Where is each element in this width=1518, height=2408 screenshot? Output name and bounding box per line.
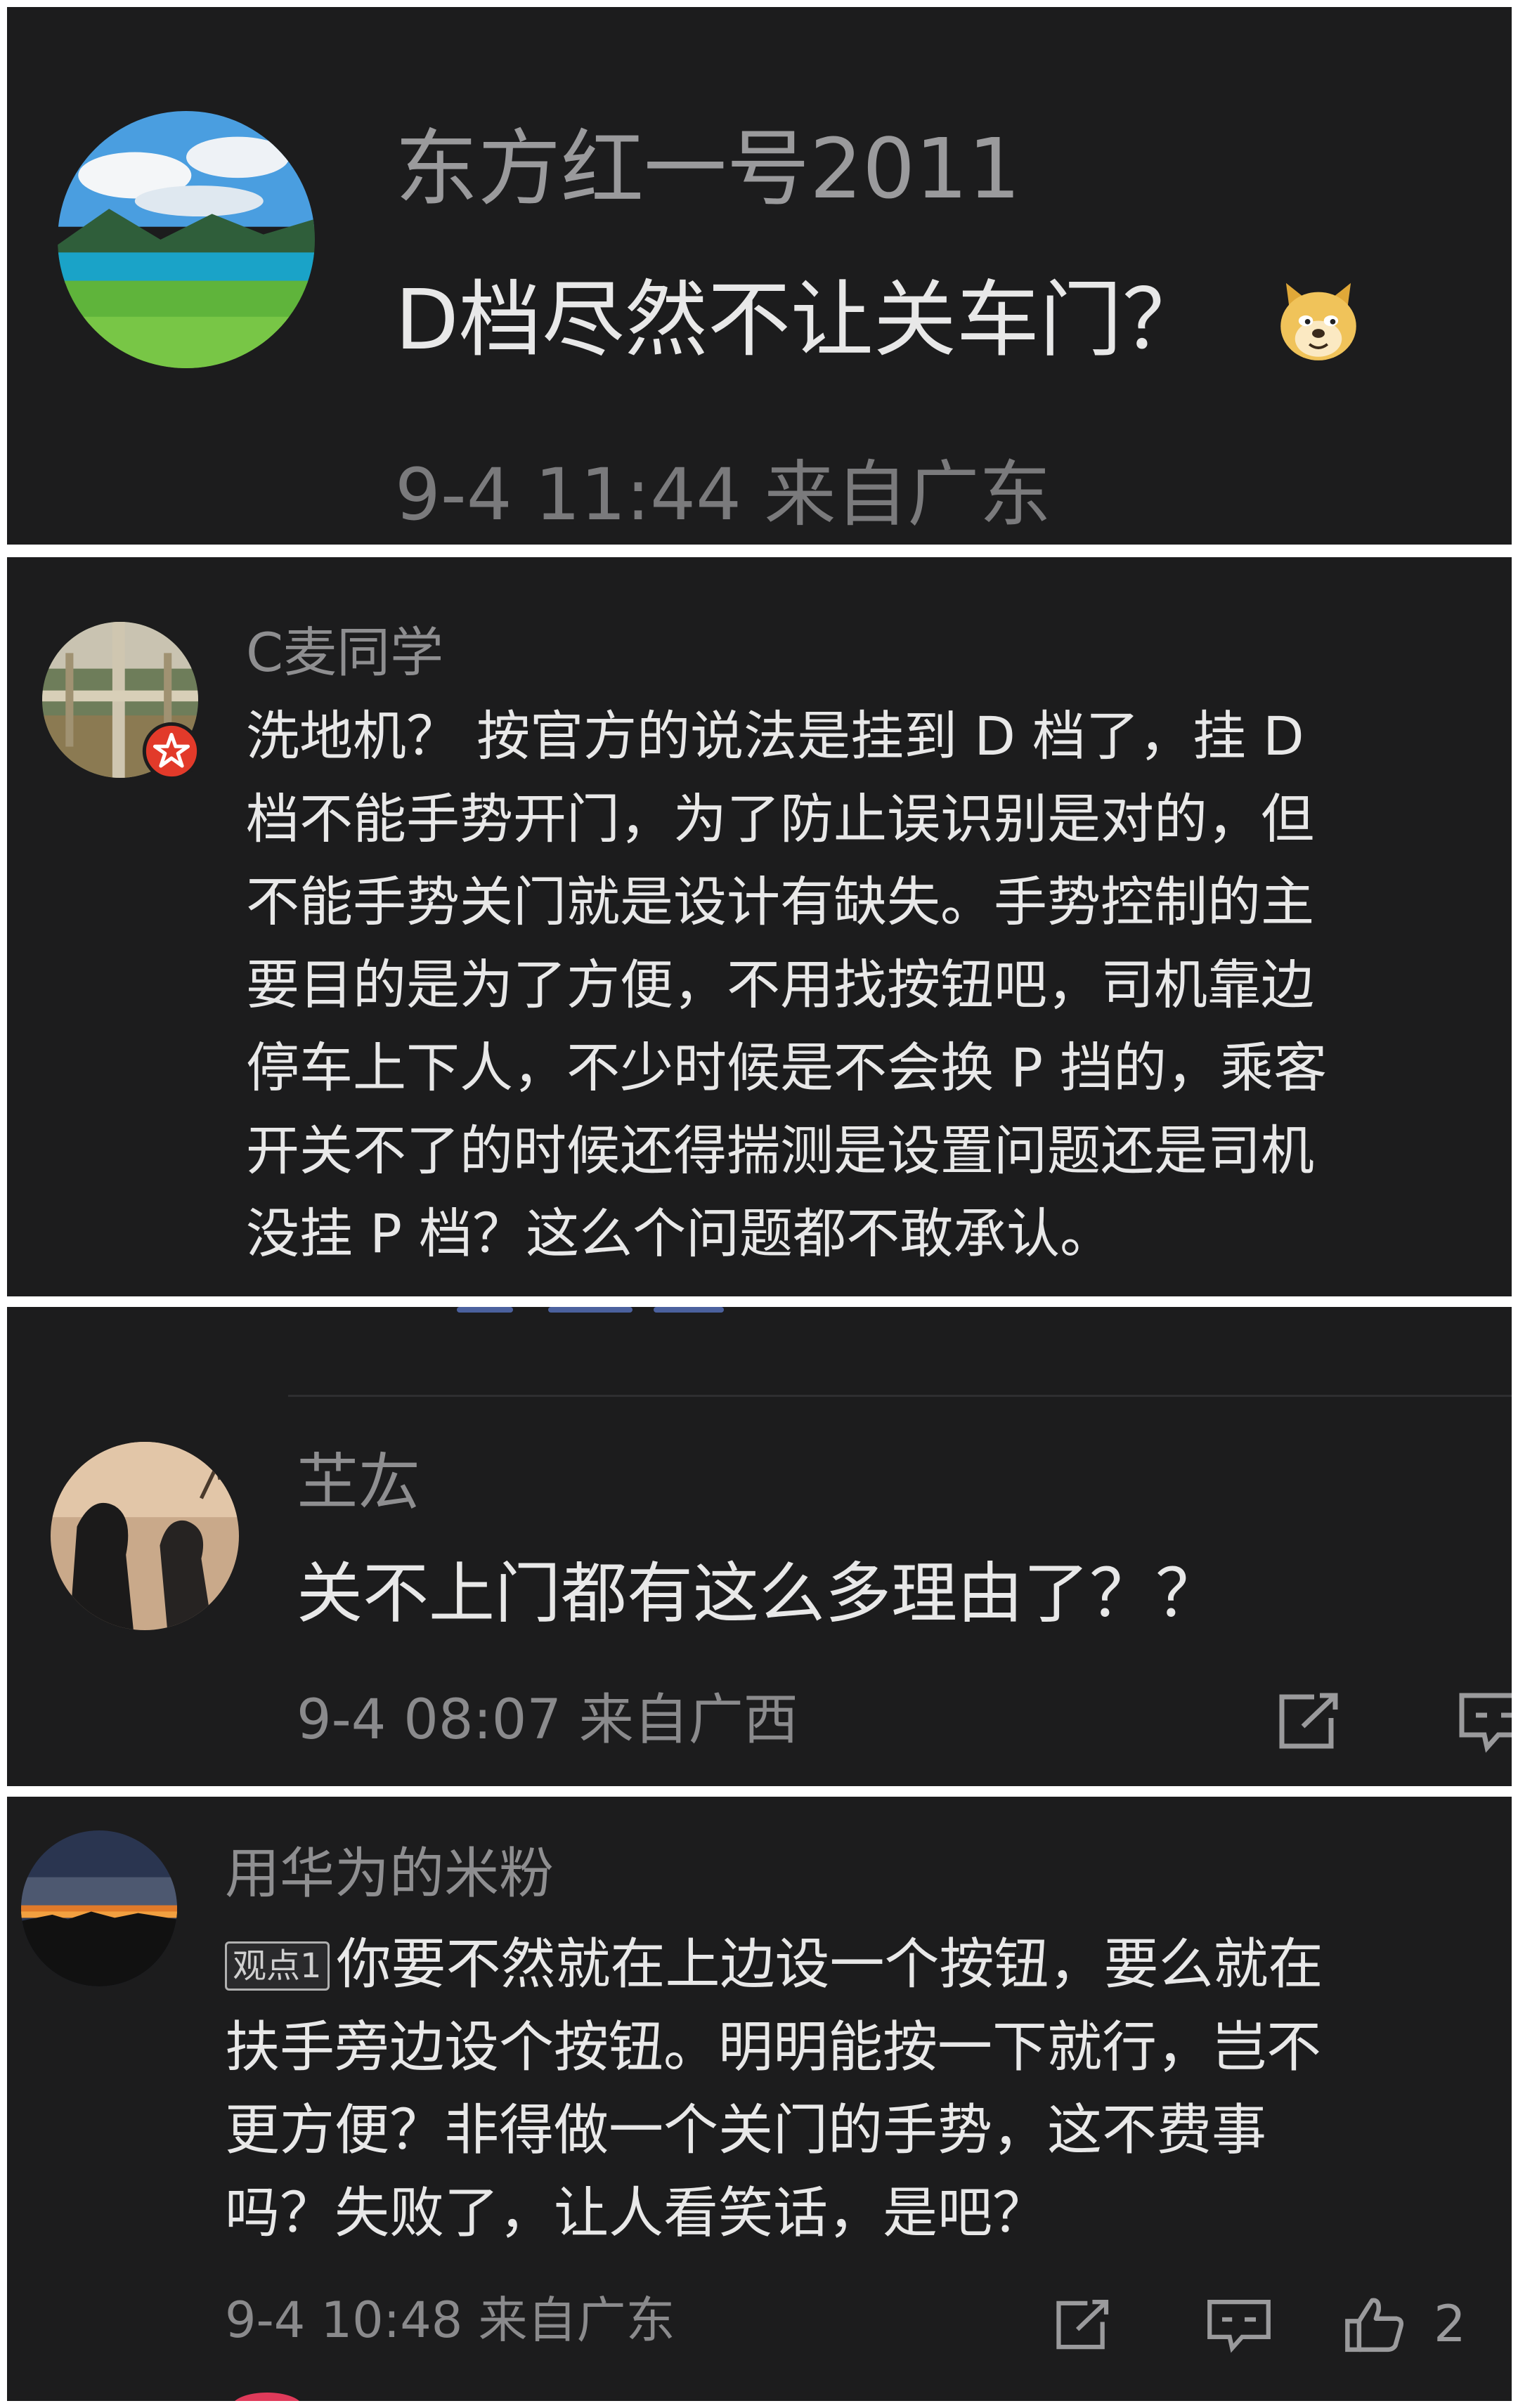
comment3-line: 扶手旁边设个按钮。明明能按一下就行，岂不: [225, 2016, 1322, 2079]
viewpoint-badge: 观点1: [225, 1941, 330, 1991]
comment1-line: 要目的是为了方便，不用找按钮吧，司机靠边: [246, 954, 1314, 1016]
thumbs-up-icon: [1342, 2294, 1407, 2355]
comment3-line: 更方便？非得做一个关门的手势，这不费事: [225, 2099, 1267, 2162]
post-username[interactable]: 东方红一号2011: [395, 119, 1020, 218]
comment3-meta: 9-4 10:48 来自广东: [225, 2291, 675, 2349]
comment1-username[interactable]: C麦同学: [246, 619, 443, 686]
comment-panel-3: 用华为的米粉 观点1 你要不然就在上边设一个按钮，要么就在 扶手旁边设个按钮。明明…: [7, 1797, 1512, 2401]
comment1-line: 不能手势关门就是设计有缺失。手势控制的主: [246, 871, 1314, 933]
comment-icon[interactable]: [1204, 2297, 1274, 2353]
comment1-line: 停车上下人，不少时候是不会换 P 挡的，乘客: [246, 1036, 1328, 1099]
doge-emoji-icon: [1273, 274, 1363, 364]
comment3-line-first: 你要不然就在上边设一个按钮，要么就在: [336, 1933, 1323, 1996]
comment-icon[interactable]: [1456, 1690, 1512, 1753]
comment1-line: 没挂 P 档？这么个问题都不敢承认。: [246, 1202, 1114, 1265]
comment3-text: 观点1 你要不然就在上边设一个按钮，要么就在 扶手旁边设个按钮。明明能按一下就行，…: [225, 1923, 1323, 2255]
comment3-line: 观点1 你要不然就在上边设一个按钮，要么就在: [225, 1923, 1323, 2006]
comment2-avatar[interactable]: [51, 1442, 239, 1630]
like-button[interactable]: 2: [1342, 2289, 1490, 2359]
comment2-text: 关不上门都有这么多理由了？？: [297, 1556, 1222, 1632]
comment1-line: 档不能手势开门，为了防止误识别是对的，但: [246, 788, 1314, 850]
divider: [288, 1395, 1512, 1397]
reply-link-partial[interactable]: [443, 1307, 850, 1332]
share-icon[interactable]: [1275, 1690, 1345, 1753]
verified-badge-icon: [142, 722, 201, 781]
post-text-content: D档尽然不让关车门？: [395, 271, 1205, 368]
post-avatar[interactable]: [58, 111, 315, 368]
comment2-username[interactable]: 芏厷: [297, 1444, 420, 1521]
like-count: 2: [1434, 2294, 1466, 2353]
comment3-line: 吗？失败了，让人看笑话，是吧？: [225, 2182, 1048, 2245]
next-avatar-partial: [232, 2393, 302, 2401]
post-text: D档尽然不让关车门？: [395, 271, 1363, 369]
share-icon[interactable]: [1052, 2297, 1115, 2353]
post-panel: 东方红一号2011 D档尽然不让关车门？ 9-4 11:44 来自广东: [7, 7, 1512, 545]
comment2-meta: 9-4 08:07 来自广西: [297, 1688, 798, 1752]
comment3-username[interactable]: 用华为的米粉: [225, 1839, 554, 1909]
comment3-avatar[interactable]: [21, 1830, 177, 1986]
comment-panel-1: C麦同学 洗地机？ 按官方的说法是挂到 D 档了，挂 D 档不能手势开门，为了防…: [7, 557, 1512, 1296]
comment-panel-2: 芏厷 关不上门都有这么多理由了？？ 9-4 08:07 来自广西: [7, 1307, 1512, 1786]
comment1-text: 洗地机？ 按官方的说法是挂到 D 档了，挂 D 档不能手势开门，为了防止误识别是…: [246, 695, 1327, 1275]
post-meta: 9-4 11:44 来自广东: [395, 453, 1051, 537]
comment1-line: 洗地机？ 按官方的说法是挂到 D 档了，挂 D: [246, 705, 1304, 767]
comment1-line: 开关不了的时候还得揣测是设置问题还是司机: [246, 1119, 1314, 1182]
